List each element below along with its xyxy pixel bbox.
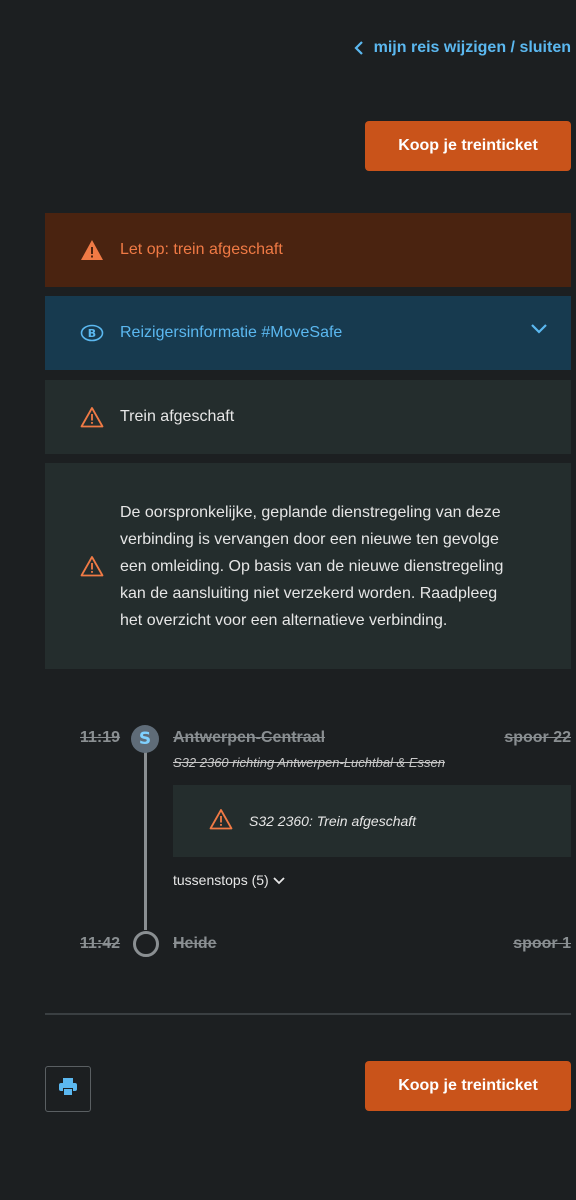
cancellation-banner: Let op: trein afgeschaft bbox=[45, 213, 571, 287]
intermediate-stops-label: tussenstops (5) bbox=[173, 872, 269, 888]
chevron-down-icon bbox=[273, 872, 285, 888]
departure-platform: spoor 22 bbox=[504, 729, 571, 746]
warning-outline-icon bbox=[80, 554, 104, 578]
train-cancel-box: S32 2360: Trein afgeschaft bbox=[173, 785, 571, 857]
train-cancelled-notice: Trein afgeschaft bbox=[45, 380, 571, 454]
train-cancel-text: S32 2360: Trein afgeschaft bbox=[249, 813, 417, 829]
arrival-station: Heide bbox=[173, 935, 217, 952]
timeline-line bbox=[144, 750, 147, 930]
intermediate-stops-toggle[interactable]: tussenstops (5) bbox=[173, 872, 285, 888]
departure-time: 11:19 bbox=[80, 729, 121, 746]
warning-outline-icon bbox=[209, 808, 233, 835]
schedule-change-notice: De oorspronkelijke, geplande dienstregel… bbox=[45, 463, 571, 669]
change-trip-link[interactable]: mijn reis wijzigen / sluiten bbox=[354, 36, 571, 60]
train-direction: S32 2360 richting Antwerpen-Luchtbal & E… bbox=[173, 755, 445, 770]
nmbs-logo-icon: B bbox=[80, 321, 104, 345]
printer-icon bbox=[58, 1077, 78, 1101]
change-trip-label: mijn reis wijzigen / sluiten bbox=[373, 39, 571, 56]
svg-text:B: B bbox=[88, 327, 96, 340]
schedule-change-text: De oorspronkelijke, geplande dienstregel… bbox=[120, 503, 504, 629]
buy-ticket-button-bottom[interactable]: Koop je treinticket bbox=[365, 1061, 571, 1111]
warning-filled-icon bbox=[80, 238, 104, 262]
train-cancelled-text: Trein afgeschaft bbox=[120, 408, 235, 425]
cancellation-banner-text: Let op: trein afgeschaft bbox=[120, 241, 283, 258]
departure-station: Antwerpen-Centraal bbox=[173, 729, 326, 746]
chevron-down-icon bbox=[531, 321, 547, 339]
buy-ticket-button-top[interactable]: Koop je treinticket bbox=[365, 121, 571, 171]
divider bbox=[45, 1013, 571, 1015]
train-type-badge: S bbox=[131, 725, 159, 753]
passenger-info-label: Reizigersinformatie #MoveSafe bbox=[120, 324, 343, 341]
arrival-time: 11:42 bbox=[80, 935, 121, 952]
passenger-info-accordion[interactable]: B Reizigersinformatie #MoveSafe bbox=[45, 296, 571, 370]
chevron-left-icon bbox=[354, 41, 364, 55]
arrival-stop-marker bbox=[133, 931, 159, 957]
print-button[interactable] bbox=[45, 1066, 91, 1112]
warning-outline-icon bbox=[80, 405, 104, 429]
arrival-platform: spoor 1 bbox=[513, 935, 571, 952]
